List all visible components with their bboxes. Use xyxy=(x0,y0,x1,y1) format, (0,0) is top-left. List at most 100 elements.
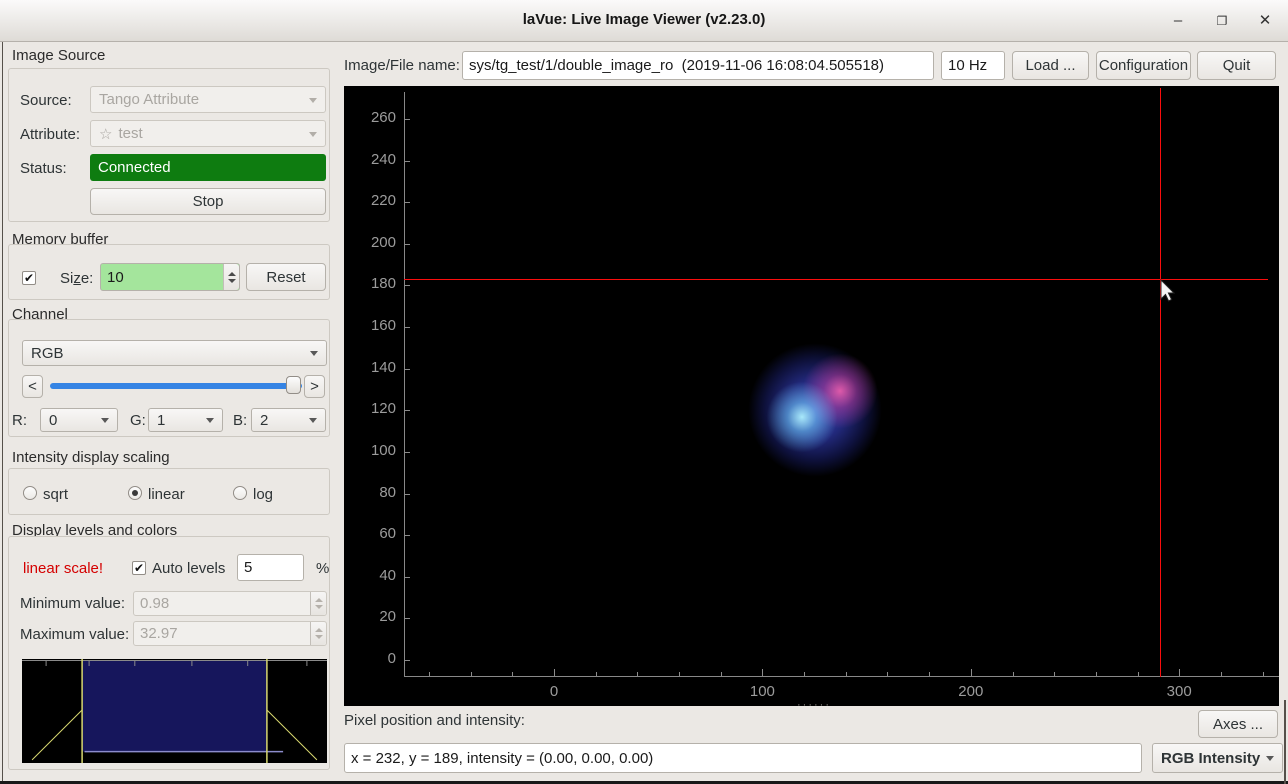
x-minor-tick xyxy=(1221,672,1222,676)
radio-sqrt[interactable] xyxy=(23,486,37,500)
intensity-mode-value: RGB Intensity xyxy=(1161,750,1260,767)
y-tick xyxy=(404,244,410,245)
channel-mode-combo[interactable]: RGB xyxy=(22,340,327,366)
r-combo[interactable]: 0 xyxy=(40,408,118,432)
crosshair-horizontal-line xyxy=(404,279,1268,280)
quit-button[interactable]: Quit xyxy=(1197,51,1276,80)
memory-buffer-checkbox[interactable]: ✔ xyxy=(22,271,36,285)
x-tick xyxy=(1179,669,1180,676)
y-tick xyxy=(404,577,410,578)
max-value-spinbox[interactable]: 32.97 xyxy=(133,621,327,646)
radio-log[interactable] xyxy=(233,486,247,500)
y-tick xyxy=(404,285,410,286)
max-value-label: Maximum value: xyxy=(20,626,129,643)
pixel-position-field[interactable]: x = 232, y = 189, intensity = (0.00, 0.0… xyxy=(344,743,1142,773)
y-tick xyxy=(404,494,410,495)
intensity-scaling-title: Intensity display scaling xyxy=(12,449,170,466)
max-value: 32.97 xyxy=(140,625,178,642)
chevron-down-icon xyxy=(1266,756,1274,761)
source-label: Source: xyxy=(20,92,72,109)
x-tick xyxy=(554,669,555,676)
y-tick xyxy=(404,161,410,162)
size-spinbox[interactable]: 10 xyxy=(100,263,240,291)
y-tick-label: 20 xyxy=(352,608,396,625)
size-spinbox-value: 10 xyxy=(107,269,124,286)
y-tick xyxy=(404,410,410,411)
y-tick-label: 40 xyxy=(352,567,396,584)
x-minor-tick xyxy=(1013,672,1014,676)
image-source-title: Image Source xyxy=(12,47,105,64)
file-name-label: Image/File name: xyxy=(344,57,460,74)
spinner-arrows-icon xyxy=(310,592,326,615)
reset-button[interactable]: Reset xyxy=(246,263,326,291)
g-combo[interactable]: 1 xyxy=(148,408,223,432)
y-tick-label: 120 xyxy=(352,400,396,417)
b-label: B: xyxy=(233,412,247,429)
size-label: Size: xyxy=(60,270,93,287)
minimize-button[interactable]: – xyxy=(1165,10,1191,32)
attribute-combo[interactable]: ☆ test xyxy=(90,120,326,147)
x-minor-tick xyxy=(1263,672,1264,676)
radio-linear[interactable] xyxy=(128,486,142,500)
levels-histogram[interactable] xyxy=(22,659,327,763)
y-tick-label: 240 xyxy=(352,151,396,168)
x-minor-tick xyxy=(637,672,638,676)
x-minor-tick xyxy=(804,672,805,676)
chevron-down-icon xyxy=(310,351,318,356)
channel-slider-track[interactable] xyxy=(50,383,302,389)
title-bar: laVue: Live Image Viewer (v2.23.0) – ❐ ✕ xyxy=(0,0,1288,42)
chevron-down-icon xyxy=(309,98,317,103)
auto-levels-checkbox[interactable]: ✔ xyxy=(132,561,146,575)
y-tick xyxy=(404,660,410,661)
attribute-combo-value: test xyxy=(118,125,142,142)
x-minor-tick xyxy=(1138,672,1139,676)
r-combo-value: 0 xyxy=(49,412,57,429)
channel-next-button[interactable]: > xyxy=(304,375,325,398)
close-button[interactable]: ✕ xyxy=(1252,10,1278,32)
auto-levels-label: Auto levels xyxy=(152,560,225,577)
spinner-arrows-icon[interactable] xyxy=(223,264,239,290)
x-minor-tick xyxy=(471,672,472,676)
pixel-position-label: Pixel position and intensity: xyxy=(344,712,525,729)
min-value-label: Minimum value: xyxy=(20,595,125,612)
crosshair-vertical-line xyxy=(1160,88,1161,677)
rate-field[interactable]: 10 Hz xyxy=(941,51,1005,80)
window-title: laVue: Live Image Viewer (v2.23.0) xyxy=(0,11,1288,28)
stop-button[interactable]: Stop xyxy=(90,188,326,215)
x-minor-tick xyxy=(512,672,513,676)
min-value-spinbox[interactable]: 0.98 xyxy=(133,591,327,616)
y-tick-label: 260 xyxy=(352,109,396,126)
y-tick-label: 140 xyxy=(352,359,396,376)
intensity-mode-combo[interactable]: RGB Intensity xyxy=(1152,743,1283,773)
y-tick xyxy=(404,327,410,328)
splitter-handle[interactable]: ······ xyxy=(797,702,831,708)
x-axis-line xyxy=(404,676,1279,677)
window-right-border xyxy=(1284,700,1286,784)
x-minor-tick xyxy=(846,672,847,676)
x-tick-label: 200 xyxy=(941,683,1001,700)
image-plot[interactable]: 0204060801001201401601802002202402600100… xyxy=(344,86,1279,706)
x-tick xyxy=(762,669,763,676)
chevron-down-icon xyxy=(101,418,109,423)
channel-mode-value: RGB xyxy=(31,345,64,362)
file-name-input[interactable]: sys/tg_test/1/double_image_ro (2019-11-0… xyxy=(462,51,934,80)
mouse-cursor-icon xyxy=(1160,279,1176,303)
y-tick xyxy=(404,119,410,120)
source-combo[interactable]: Tango Attribute xyxy=(90,86,326,113)
channel-slider-handle[interactable] xyxy=(286,376,301,394)
b-combo-value: 2 xyxy=(260,412,268,429)
x-tick-label: 300 xyxy=(1149,683,1209,700)
source-combo-value: Tango Attribute xyxy=(99,91,199,108)
channel-prev-button[interactable]: < xyxy=(22,375,43,398)
b-combo[interactable]: 2 xyxy=(251,408,326,432)
y-tick xyxy=(404,202,410,203)
auto-levels-input[interactable]: 5 xyxy=(237,554,304,581)
chevron-down-icon xyxy=(309,418,317,423)
configuration-button[interactable]: Configuration xyxy=(1096,51,1191,80)
star-icon: ☆ xyxy=(99,125,112,143)
maximize-button[interactable]: ❐ xyxy=(1209,10,1235,32)
y-tick-label: 0 xyxy=(352,650,396,667)
radio-label-sqrt: sqrt xyxy=(43,486,68,503)
axes-button[interactable]: Axes ... xyxy=(1198,710,1278,738)
load-button[interactable]: Load ... xyxy=(1012,51,1089,80)
